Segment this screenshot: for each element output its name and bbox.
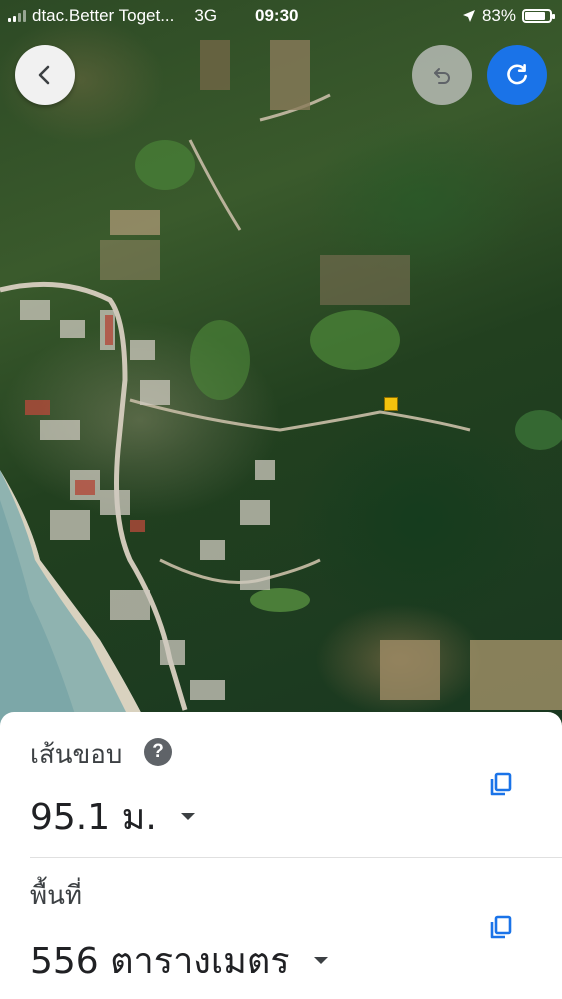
location-arrow-icon bbox=[462, 10, 475, 22]
undo-icon bbox=[434, 68, 450, 84]
clock: 09:30 bbox=[255, 6, 299, 25]
area-value: 556 ตารางเมตร bbox=[30, 941, 290, 982]
redo-button[interactable] bbox=[487, 45, 547, 105]
area-value-dropdown[interactable]: 556 ตารางเมตร bbox=[30, 932, 328, 989]
perimeter-label: เส้นขอบ bbox=[30, 740, 123, 770]
perimeter-value: 95.1 ม. bbox=[30, 797, 157, 838]
back-button[interactable] bbox=[15, 45, 75, 105]
battery-percent: 83% bbox=[481, 6, 516, 25]
undo-button[interactable] bbox=[412, 45, 472, 105]
copy-icon bbox=[490, 772, 512, 796]
chevron-down-icon bbox=[180, 813, 195, 820]
signal-strength-icon bbox=[8, 10, 26, 22]
copy-icon bbox=[490, 915, 512, 939]
satellite-map[interactable] bbox=[0, 0, 562, 730]
network-type: 3G bbox=[194, 6, 218, 25]
battery-icon bbox=[522, 9, 555, 23]
perimeter-value-dropdown[interactable]: 95.1 ม. bbox=[30, 788, 195, 845]
measure-point-marker[interactable] bbox=[384, 397, 398, 411]
chevron-left-icon bbox=[38, 65, 50, 85]
copy-perimeter-button[interactable] bbox=[481, 764, 521, 804]
copy-area-button[interactable] bbox=[481, 907, 521, 947]
carrier-name: dtac.Better Toget... bbox=[32, 6, 175, 25]
chevron-down-icon bbox=[313, 957, 328, 964]
divider bbox=[30, 857, 562, 858]
help-icon[interactable]: ? bbox=[144, 738, 172, 766]
status-bar: dtac.Better Toget... 3G 09:30 83% bbox=[0, 0, 562, 32]
map-imagery bbox=[0, 40, 562, 730]
redo-icon bbox=[507, 63, 527, 85]
area-label: พื้นที่ bbox=[30, 881, 83, 911]
